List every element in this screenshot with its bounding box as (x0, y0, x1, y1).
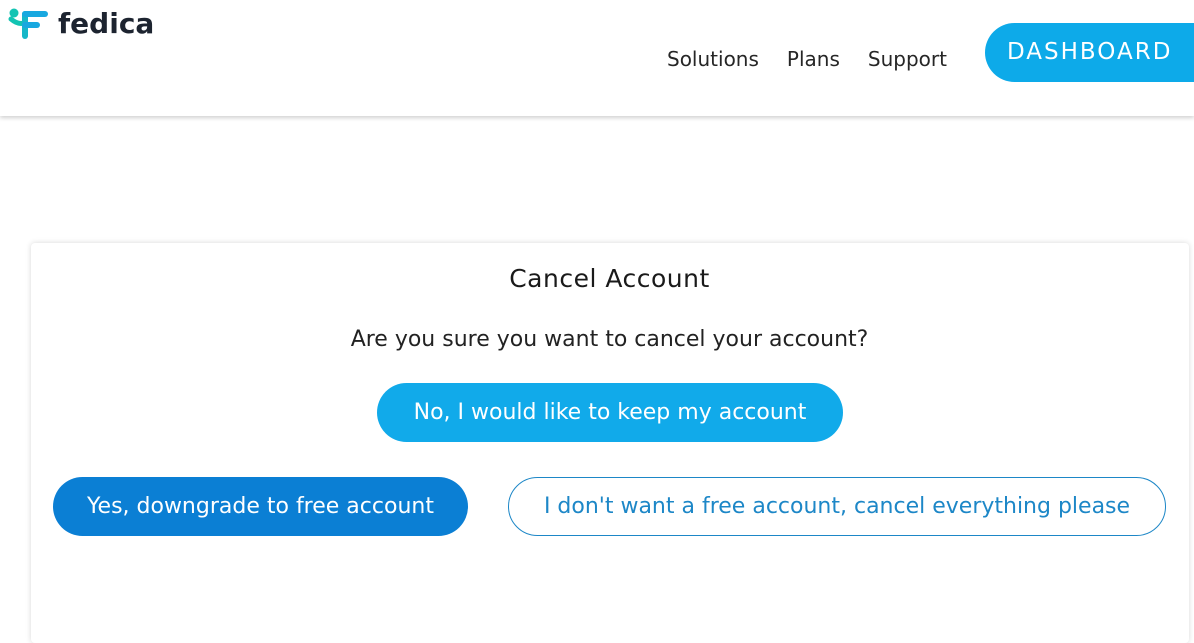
fedica-logo-icon (8, 8, 48, 39)
dialog-title: Cancel Account (509, 264, 710, 293)
dashboard-button[interactable]: DASHBOARD (985, 23, 1194, 82)
site-header: fedica Solutions Plans Support DASHBOARD (0, 0, 1194, 116)
main-nav: Solutions Plans Support (667, 45, 947, 73)
nav-support[interactable]: Support (868, 45, 947, 73)
brand-logo[interactable]: fedica (8, 6, 154, 42)
cancel-everything-button[interactable]: I don't want a free account, cancel ever… (508, 477, 1166, 536)
cancel-account-card (31, 243, 1189, 643)
brand-name: fedica (58, 7, 155, 40)
nav-plans[interactable]: Plans (787, 45, 840, 73)
keep-account-button[interactable]: No, I would like to keep my account (377, 383, 843, 442)
downgrade-free-button[interactable]: Yes, downgrade to free account (53, 477, 468, 536)
nav-solutions[interactable]: Solutions (667, 45, 759, 73)
dialog-question: Are you sure you want to cancel your acc… (350, 327, 869, 352)
